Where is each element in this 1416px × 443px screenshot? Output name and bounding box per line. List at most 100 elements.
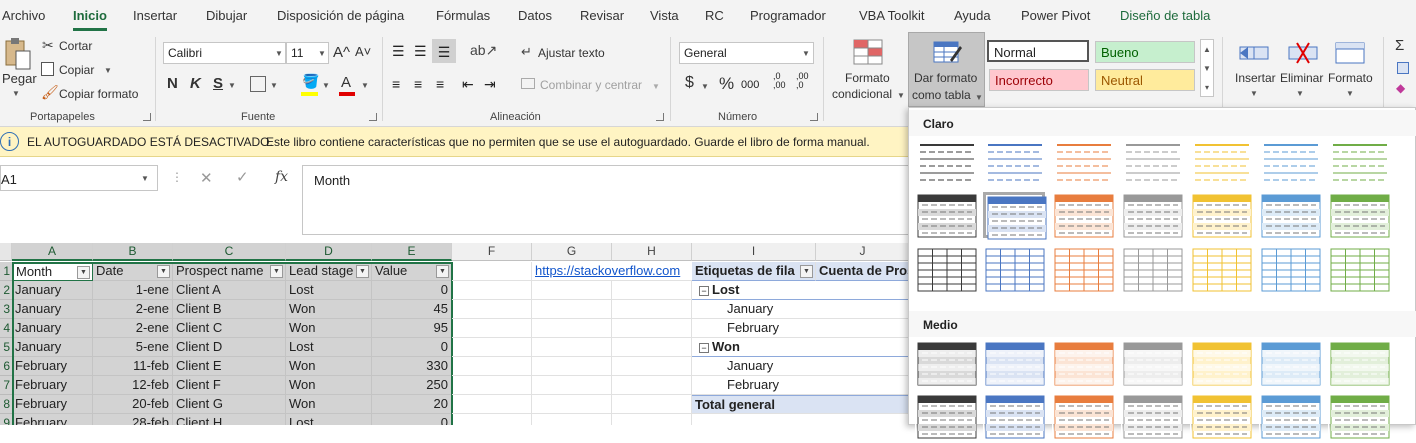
insert-cells-button[interactable]: Insertar <box>1235 71 1276 85</box>
table-cell[interactable]: 95 <box>372 319 452 338</box>
format-cells-button[interactable]: Formato <box>1328 71 1373 85</box>
conditional-format-label-1[interactable]: Formato <box>845 71 890 85</box>
table-cell[interactable]: Won <box>286 300 372 319</box>
tab-programador[interactable]: Programador <box>750 8 826 23</box>
hyperlink-cell[interactable]: https://stackoverflow.com <box>532 262 692 281</box>
scissors-icon[interactable]: ✂ <box>42 37 54 54</box>
table-cell[interactable]: 11-feb <box>93 357 173 376</box>
number-format-select[interactable]: General <box>679 42 814 64</box>
tab-inicio[interactable]: Inicio <box>73 8 107 31</box>
table-cell[interactable]: January <box>12 300 93 319</box>
table-style-swatch[interactable] <box>1052 138 1114 184</box>
grow-font-button[interactable]: A^ <box>333 44 350 61</box>
table-cell[interactable]: 45 <box>372 300 452 319</box>
table-style-swatch[interactable] <box>1190 340 1252 386</box>
table-style-swatch[interactable] <box>1052 246 1114 292</box>
align-bottom-icon[interactable]: ☰ <box>432 39 456 63</box>
paste-button[interactable]: Pegar <box>2 71 37 86</box>
name-box[interactable]: A1 ▼ <box>0 165 158 191</box>
table-cell[interactable]: Client E <box>173 357 286 376</box>
pivot-header-row-labels[interactable]: Etiquetas de fila ▼ <box>692 262 816 281</box>
table-cell[interactable]: 0 <box>372 414 452 425</box>
pivot-row[interactable]: January <box>692 300 910 319</box>
table-style-swatch[interactable] <box>1328 192 1390 238</box>
empty-cells[interactable] <box>452 262 692 425</box>
column-header-c[interactable]: C <box>173 243 286 261</box>
paste-dropdown-icon[interactable]: ▼ <box>12 89 20 98</box>
table-style-swatch[interactable] <box>1259 340 1321 386</box>
row-header[interactable]: 9 <box>0 414 12 425</box>
orientation-icon[interactable]: ab↗ <box>470 42 497 59</box>
copy-dropdown-icon[interactable]: ▼ <box>104 66 112 75</box>
table-style-swatch[interactable] <box>915 246 977 292</box>
table-style-swatch[interactable] <box>915 393 977 439</box>
format-as-table-button[interactable]: Dar formato como tabla ▼ <box>908 32 985 107</box>
styles-scroll-icon[interactable]: ▲ ▼ ▾ <box>1200 39 1214 97</box>
column-header-f[interactable]: F <box>452 243 532 261</box>
bold-button[interactable]: N <box>167 75 178 92</box>
table-style-swatch[interactable] <box>1052 393 1114 439</box>
font-name-select[interactable]: Calibri <box>163 42 286 64</box>
table-style-swatch[interactable] <box>1328 138 1390 184</box>
table-cell[interactable]: January <box>12 319 93 338</box>
decrease-decimal-button[interactable]: ,00 ,0 <box>796 72 814 90</box>
table-style-swatch[interactable] <box>1190 192 1252 238</box>
column-header-a[interactable]: A <box>12 243 93 261</box>
conditional-format-label-2[interactable]: condicional <box>832 87 892 101</box>
autosum-icon[interactable]: Σ <box>1395 37 1404 54</box>
chevron-down-icon[interactable]: ▼ <box>322 81 330 90</box>
cancel-icon[interactable]: ✕ <box>200 169 213 187</box>
table-cell[interactable]: Client B <box>173 300 286 319</box>
tab-archivo[interactable]: Archivo <box>2 8 45 23</box>
table-style-swatch[interactable] <box>1259 192 1321 238</box>
clipboard-launcher-icon[interactable] <box>143 113 151 121</box>
chevron-down-icon[interactable]: ▼ <box>1346 89 1354 98</box>
collapse-icon[interactable]: − <box>699 343 709 353</box>
align-right-icon[interactable]: ≡ <box>436 76 444 92</box>
filter-dropdown-icon[interactable]: ▼ <box>77 266 90 279</box>
increase-indent-icon[interactable]: ⇥ <box>484 76 496 93</box>
cut-button[interactable]: Cortar <box>59 39 92 53</box>
row-header[interactable]: 2 <box>0 281 12 300</box>
tab-diseno-tabla[interactable]: Diseño de tabla <box>1120 8 1210 23</box>
italic-button[interactable]: K <box>190 75 201 92</box>
table-cell[interactable]: Won <box>286 376 372 395</box>
table-cell[interactable]: 1-ene <box>93 281 173 300</box>
wrap-text-icon[interactable]: ↵ <box>521 44 532 60</box>
table-style-swatch[interactable] <box>915 192 977 238</box>
tab-vba-toolkit[interactable]: VBA Toolkit <box>859 8 925 23</box>
table-cell[interactable]: February <box>12 376 93 395</box>
pivot-row[interactable]: January <box>692 357 910 376</box>
tab-rc[interactable]: RC <box>705 8 724 23</box>
style-bad[interactable]: Incorrecto <box>989 69 1089 91</box>
tab-insertar[interactable]: Insertar <box>133 8 177 23</box>
table-style-swatch[interactable] <box>983 138 1045 184</box>
row-header[interactable]: 3 <box>0 300 12 319</box>
table-style-swatch[interactable] <box>1328 340 1390 386</box>
fill-icon[interactable] <box>1397 62 1409 74</box>
table-cell[interactable]: 2-ene <box>93 319 173 338</box>
table-header-cell[interactable]: Date ▼ <box>93 262 173 281</box>
pivot-filter-icon[interactable]: ▼ <box>800 265 813 278</box>
row-header[interactable]: 7 <box>0 376 12 395</box>
table-cell[interactable]: 5-ene <box>93 338 173 357</box>
conditional-format-icon[interactable] <box>852 38 884 68</box>
row-header[interactable]: 6 <box>0 357 12 376</box>
filter-dropdown-icon[interactable]: ▼ <box>356 265 369 278</box>
table-style-swatch[interactable] <box>1052 340 1114 386</box>
filter-dropdown-icon[interactable]: ▼ <box>436 265 449 278</box>
font-launcher-icon[interactable] <box>369 113 377 121</box>
table-header-cell[interactable]: Prospect name ▼ <box>173 262 286 281</box>
chevron-down-icon[interactable]: ▼ <box>652 82 660 91</box>
table-cell[interactable]: Won <box>286 319 372 338</box>
tab-dibujar[interactable]: Dibujar <box>206 8 247 23</box>
row-header[interactable]: 4 <box>0 319 12 338</box>
table-style-swatch[interactable] <box>1259 246 1321 292</box>
align-left-icon[interactable]: ≡ <box>392 76 400 92</box>
merge-icon[interactable] <box>521 78 535 89</box>
table-style-swatch[interactable] <box>983 340 1045 386</box>
insert-cells-icon[interactable] <box>1238 39 1272 67</box>
table-cell[interactable]: 20 <box>372 395 452 414</box>
collapse-icon[interactable]: − <box>699 286 709 296</box>
insert-function-button[interactable]: fx <box>275 169 288 185</box>
